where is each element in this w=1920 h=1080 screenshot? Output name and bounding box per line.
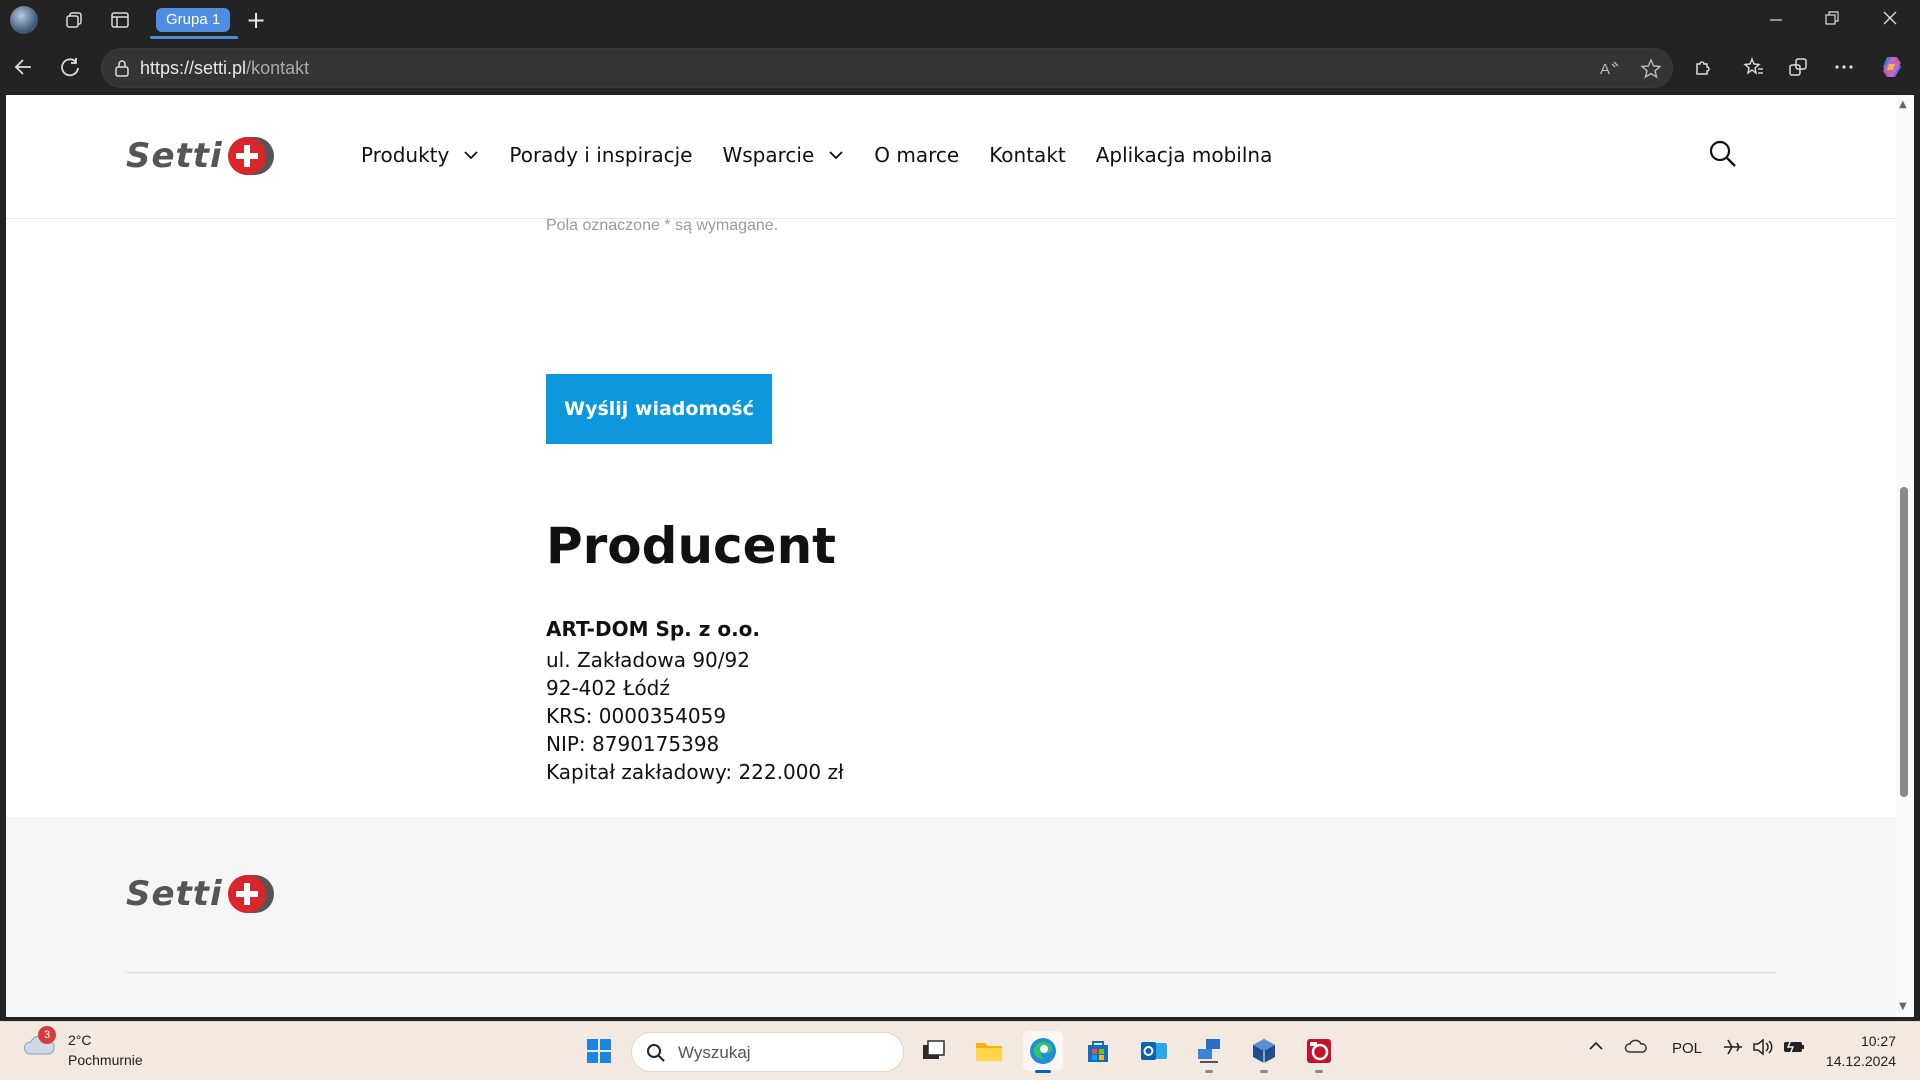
nav-label: Porady i inspiracje <box>509 143 693 167</box>
url-text[interactable]: https://setti.pl/kontakt <box>140 58 309 79</box>
logo-plus-icon <box>225 873 277 915</box>
nav-label: O marce <box>874 143 960 167</box>
page-viewport: Setti Produkty Porady i inspiracje Wspar… <box>6 95 1896 1017</box>
nav-label: Produkty <box>361 143 450 167</box>
tab-group-label[interactable]: Grupa 1 <box>156 8 231 32</box>
close-icon[interactable] <box>1882 8 1898 33</box>
restore-icon[interactable] <box>1824 8 1840 33</box>
network-app-icon[interactable] <box>1189 1031 1229 1073</box>
site-footer: Setti <box>6 817 1896 1017</box>
back-icon[interactable] <box>8 51 40 83</box>
url-host: https://setti.pl <box>140 58 247 78</box>
nav-item-produkty[interactable]: Produkty <box>361 143 479 167</box>
svg-text:A: A <box>1600 61 1610 78</box>
nav-label: Kontakt <box>989 143 1066 167</box>
profile-avatar[interactable] <box>10 6 38 34</box>
producer-city: 92-402 Łódź <box>546 676 670 700</box>
producer-heading: Producent <box>546 517 837 575</box>
footer-setti-logo[interactable]: Setti <box>126 873 277 915</box>
lock-icon[interactable] <box>114 59 130 81</box>
edge-browser-icon[interactable] <box>1023 1031 1063 1073</box>
producer-krs: KRS: 0000354059 <box>546 704 727 728</box>
search-icon <box>647 1044 665 1062</box>
onedrive-icon[interactable] <box>1624 1038 1648 1058</box>
chevron-down-icon[interactable] <box>463 147 479 163</box>
active-app-indicator <box>1035 1070 1051 1073</box>
extensions-icon[interactable] <box>1687 51 1719 83</box>
workspaces-icon[interactable] <box>58 4 90 36</box>
search-placeholder: Wyszukaj <box>678 1043 751 1062</box>
microsoft-store-icon[interactable] <box>1078 1031 1118 1071</box>
windows-taskbar: 3 2°C Pochmurnie Wyszukaj POL 10:27 14.1… <box>0 1021 1920 1080</box>
clock-time: 10:27 <box>1860 1033 1896 1049</box>
volume-icon[interactable] <box>1752 1038 1774 1060</box>
airplane-mode-icon[interactable] <box>1722 1038 1744 1060</box>
task-view-icon[interactable] <box>914 1031 954 1071</box>
nav-item-wsparcie[interactable]: Wsparcie <box>722 143 844 167</box>
weather-widget[interactable]: 3 2°C Pochmurnie <box>22 1026 143 1070</box>
address-bar[interactable]: https://setti.pl/kontakt A <box>101 48 1673 88</box>
nav-label: Aplikacja mobilna <box>1095 143 1273 167</box>
nav-item-kontakt[interactable]: Kontakt <box>989 143 1066 167</box>
required-fields-note: Pola oznaczone * są wymagane. <box>546 217 779 234</box>
show-hidden-icons-icon[interactable] <box>1588 1038 1604 1058</box>
window-frame-right <box>1914 95 1920 1017</box>
more-options-icon[interactable] <box>1828 51 1860 83</box>
producer-street: ul. Zakładowa 90/92 <box>546 648 750 672</box>
main-nav: Produkty Porady i inspiracje Wsparcie O … <box>361 143 1302 167</box>
browser-titlebar: Grupa 1 + <box>0 0 1920 41</box>
running-app-indicator <box>1205 1070 1213 1073</box>
battery-icon[interactable] <box>1782 1038 1806 1060</box>
footer-divider <box>126 972 1776 973</box>
logo-text: Setti <box>126 136 223 176</box>
search-icon[interactable] <box>1708 139 1738 169</box>
setti-logo[interactable]: Setti <box>126 135 277 177</box>
vertical-tabs-icon[interactable] <box>104 4 136 36</box>
contact-content: Pola oznaczone * są wymagane. Wyślij wia… <box>546 217 1346 784</box>
logo-plus-icon <box>225 135 277 177</box>
outlook-icon[interactable] <box>1134 1031 1174 1071</box>
temperature: 2°C <box>68 1032 92 1048</box>
read-aloud-icon[interactable]: A <box>1598 58 1620 84</box>
scroll-up-icon[interactable]: ▲ <box>1899 99 1907 110</box>
nav-item-o-marce[interactable]: O marce <box>874 143 959 167</box>
nav-item-aplikacja[interactable]: Aplikacja mobilna <box>1096 143 1273 167</box>
collections-icon[interactable] <box>1782 51 1814 83</box>
site-header: Setti Produkty Porady i inspiracje Wspar… <box>6 95 1896 219</box>
producer-nip: NIP: 8790175398 <box>546 732 720 756</box>
scroll-down-icon[interactable]: ▼ <box>1899 1001 1907 1012</box>
running-app-indicator <box>1315 1070 1323 1073</box>
browser-toolbar: https://setti.pl/kontakt A <box>0 41 1920 95</box>
logo-text: Setti <box>126 874 223 914</box>
weather-alert-badge: 3 <box>38 1026 56 1044</box>
new-tab-icon[interactable]: + <box>246 6 266 34</box>
system-clock[interactable]: 10:27 14.12.2024 <box>1826 1031 1896 1071</box>
chevron-down-icon[interactable] <box>828 147 844 163</box>
weather-description: Pochmurnie <box>68 1052 143 1068</box>
url-path: /kontakt <box>246 58 310 78</box>
start-icon[interactable] <box>579 1031 619 1071</box>
language-indicator[interactable]: POL <box>1672 1040 1702 1057</box>
nav-item-porady[interactable]: Porady i inspiracje <box>509 143 692 167</box>
send-message-button[interactable]: Wyślij wiadomość <box>546 374 772 444</box>
producer-company: ART-DOM Sp. z o.o. <box>546 617 761 641</box>
minimize-icon[interactable] <box>1768 8 1784 33</box>
file-explorer-icon[interactable] <box>969 1031 1009 1071</box>
clock-date: 14.12.2024 <box>1825 1053 1896 1069</box>
scroll-thumb[interactable] <box>1900 487 1908 797</box>
page-scrollbar[interactable]: ▲ ▼ <box>1896 95 1914 1017</box>
producer-capital: Kapitał zakładowy: 222.000 zł <box>546 760 844 784</box>
favorite-star-icon[interactable] <box>1640 58 1662 84</box>
running-app-indicator <box>1260 1070 1268 1073</box>
virtualbox-icon[interactable] <box>1244 1031 1284 1073</box>
nav-label: Wsparcie <box>722 143 815 167</box>
taskbar-search[interactable]: Wyszukaj <box>631 1032 904 1072</box>
copilot-icon[interactable] <box>1876 51 1908 83</box>
refresh-icon[interactable] <box>54 51 86 83</box>
favorites-icon[interactable] <box>1738 51 1770 83</box>
media-app-icon[interactable] <box>1299 1031 1339 1073</box>
tab-group-indicator <box>150 36 238 39</box>
